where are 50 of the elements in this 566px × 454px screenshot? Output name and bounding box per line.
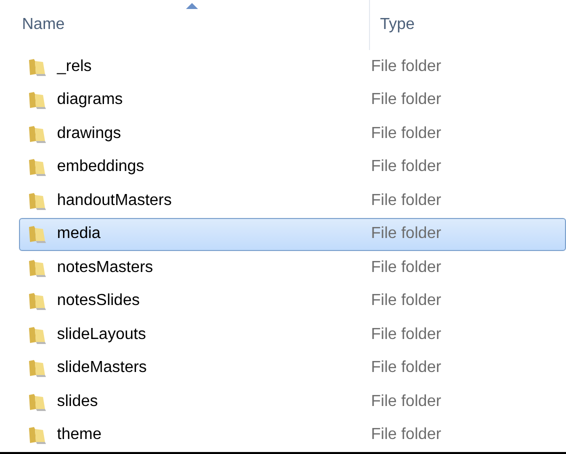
folder-name: diagrams <box>57 90 123 110</box>
folder-icon <box>27 425 47 446</box>
folder-type: File folder <box>371 224 442 244</box>
folder-type: File folder <box>371 190 442 211</box>
folder-name: notesMasters <box>57 258 154 278</box>
folder-icon <box>27 224 47 244</box>
folder-type: File folder <box>371 324 442 345</box>
folder-row[interactable]: notesMasters File folder <box>19 251 566 284</box>
folder-name: handoutMasters <box>57 190 172 211</box>
folder-name: slides <box>57 392 98 412</box>
folder-row[interactable]: handoutMasters File folder <box>19 184 566 218</box>
folder-type: File folder <box>371 358 442 378</box>
column-header[interactable]: Name <box>22 13 65 37</box>
folder-type: File folder <box>371 157 442 178</box>
folder-name: media <box>57 224 101 244</box>
folder-icon <box>27 358 47 378</box>
folder-name: theme <box>57 425 102 446</box>
folder-type: File folder <box>371 90 442 110</box>
folder-type: File folder <box>371 258 442 278</box>
folder-name: slideMasters <box>57 358 147 378</box>
folder-icon <box>27 124 47 144</box>
folder-icon <box>27 258 47 278</box>
folder-name: embeddings <box>57 157 144 178</box>
folder-row[interactable]: slideMasters File folder <box>19 352 566 385</box>
folder-type: File folder <box>371 124 442 144</box>
folder-icon <box>27 157 47 178</box>
folder-name: _rels <box>57 56 92 77</box>
folder-name: notesSlides <box>57 291 140 312</box>
folder-row[interactable]: slideLayouts File folder <box>19 318 566 352</box>
folder-icon <box>27 90 47 110</box>
folder-row[interactable]: media File folder <box>19 218 566 251</box>
folder-type: File folder <box>371 425 442 446</box>
folder-row[interactable]: diagrams File folder <box>19 84 566 117</box>
folder-row[interactable]: embeddings File folder <box>19 150 566 184</box>
folder-name: slideLayouts <box>57 324 146 345</box>
folder-row[interactable]: drawings File folder <box>19 117 566 150</box>
folder-icon <box>27 324 47 345</box>
column-header[interactable]: Type <box>380 13 415 37</box>
folder-row[interactable]: theme File folder <box>19 418 566 452</box>
folder-icon <box>27 190 47 211</box>
folder-icon <box>27 56 47 77</box>
folder-type: File folder <box>371 56 442 77</box>
folder-row[interactable]: _rels File folder <box>19 50 566 84</box>
folder-row[interactable]: notesSlides File folder <box>19 284 566 318</box>
folder-icon <box>27 392 47 412</box>
folder-icon <box>27 291 47 312</box>
folder-type: File folder <box>371 392 442 412</box>
folder-name: drawings <box>57 124 122 144</box>
folder-row[interactable]: slides File folder <box>19 385 566 418</box>
folder-type: File folder <box>371 291 442 312</box>
